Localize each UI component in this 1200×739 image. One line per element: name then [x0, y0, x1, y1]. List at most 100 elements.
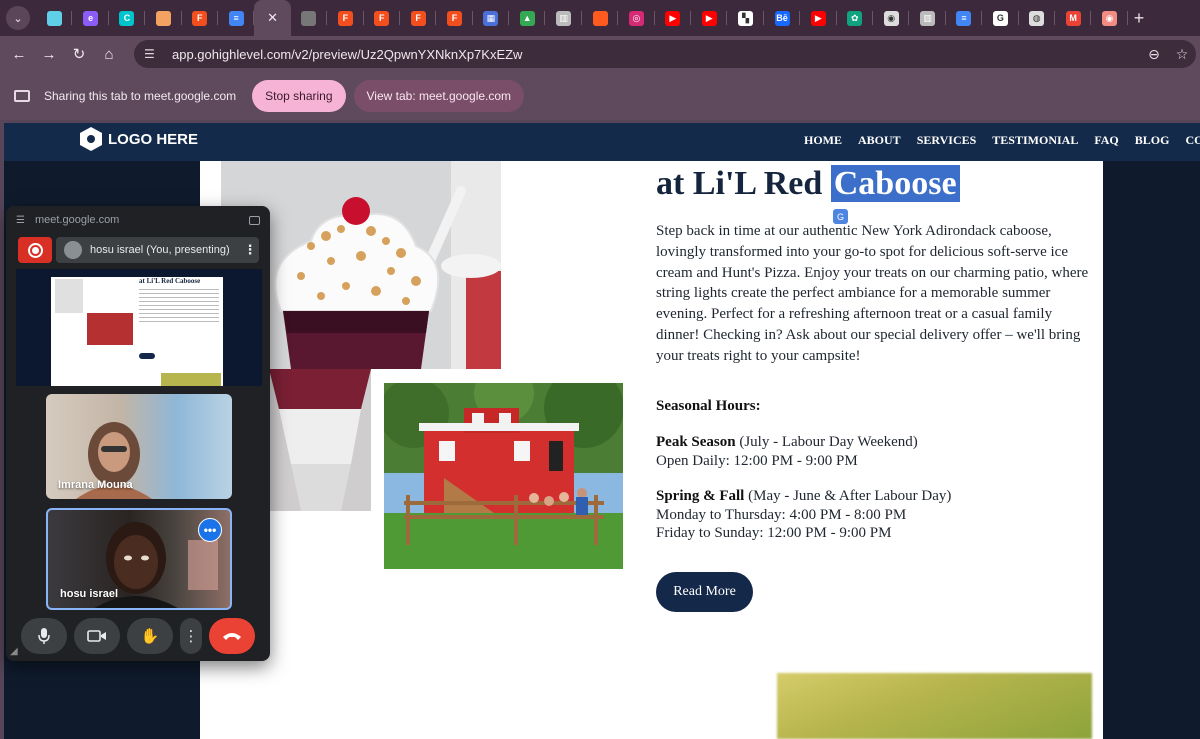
loading-icon [301, 10, 317, 26]
browser-tab[interactable]: ◍ [1019, 0, 1055, 36]
mondrian-icon: ▚ [738, 10, 754, 26]
reload-icon[interactable]: ↻ [64, 45, 94, 63]
nav-link-testimonial[interactable]: TESTIMONIAL [992, 133, 1078, 148]
headline-prefix: at Li'L Red [656, 165, 831, 202]
browser-tab[interactable]: ▚ [727, 0, 764, 36]
meet-pip-window[interactable]: ☰ meet.google.com hosu israel (You, pres… [6, 206, 270, 661]
thumb-button [139, 353, 155, 359]
browser-tab[interactable]: ◉ [873, 0, 910, 36]
browser-tab[interactable]: F [436, 0, 473, 36]
browser-tab[interactable]: ▶ [800, 0, 837, 36]
browser-tab[interactable]: ◎ [618, 0, 655, 36]
nav-link-home[interactable]: HOME [804, 133, 842, 148]
figma-icon: F [337, 10, 353, 26]
site-navbar: LOGO HERE HOME ABOUT SERVICES TESTIMONIAL FA… [4, 123, 1200, 161]
browser-tab[interactable]: ▶ [691, 0, 728, 36]
browser-tab[interactable]: Bē [764, 0, 801, 36]
screen-share-icon [14, 90, 30, 102]
back-icon[interactable]: ← [4, 46, 34, 63]
instagram-icon: ◎ [628, 10, 644, 26]
canva-icon: C [119, 10, 135, 26]
thumb-headline: at Li'L Red Caboose [139, 277, 201, 285]
browser-tab[interactable]: ▥ [545, 0, 582, 36]
tab-separator [1126, 11, 1128, 25]
stop-sharing-button[interactable]: Stop sharing [252, 80, 346, 112]
avatar [64, 241, 82, 259]
browser-tab[interactable]: F [327, 0, 364, 36]
browser-tab[interactable] [145, 0, 182, 36]
stop-presenting-icon[interactable] [18, 237, 52, 263]
read-more-button[interactable]: Read More [656, 572, 753, 612]
site-settings-icon[interactable]: ☰ [144, 47, 160, 61]
participant-tile[interactable]: Imrana Mouna [46, 394, 232, 499]
microphone-icon[interactable] [21, 618, 67, 654]
logo-text: LOGO HERE [108, 130, 199, 148]
browser-toolbar: ← → ↻ ⌂ ☰ app.gohighlevel.com/v2/preview… [0, 36, 1200, 72]
new-tab-icon[interactable]: + [1134, 8, 1145, 29]
browser-tab[interactable]: ▲ [509, 0, 546, 36]
browser-tab[interactable]: ✕ [254, 0, 291, 36]
browser-tab[interactable]: ≡ [218, 0, 255, 36]
meet-site-icon: ☰ [16, 214, 25, 226]
google-docs-icon: ≡ [228, 10, 244, 26]
nav-link-contact-us[interactable]: CONTACT US [1185, 133, 1200, 148]
close-icon[interactable]: ✕ [267, 10, 278, 26]
analytics-icon: ▥ [920, 10, 936, 26]
nav-link-services[interactable]: SERVICES [917, 133, 977, 148]
view-tab-button[interactable]: View tab: meet.google.com [353, 80, 525, 112]
thumb-sundae-image [55, 279, 83, 313]
record-icon: ◉ [1102, 10, 1118, 26]
orange-app-icon [155, 10, 171, 26]
youtube-icon: ▶ [810, 10, 826, 26]
more-options-icon[interactable]: ••• [198, 518, 222, 542]
more-vert-icon[interactable]: ⋮ [241, 242, 259, 258]
participant-tile-self[interactable]: ••• hosu israel [46, 508, 232, 610]
browser-tab[interactable]: e [72, 0, 109, 36]
home-icon[interactable]: ⌂ [94, 46, 124, 63]
end-call-icon[interactable] [209, 618, 255, 654]
browser-tab[interactable]: ≡ [946, 0, 983, 36]
browser-tab[interactable] [291, 0, 328, 36]
browser-tab[interactable]: M [1055, 0, 1092, 36]
gmail-icon: M [1065, 10, 1081, 26]
browser-tab[interactable] [582, 0, 619, 36]
browser-tab[interactable]: F [364, 0, 400, 36]
browser-tab[interactable]: C [109, 0, 146, 36]
about-paragraph: Step back in time at our authentic New Y… [656, 223, 1089, 364]
address-bar[interactable]: ☰ app.gohighlevel.com/v2/preview/Uz2Qpwn… [134, 40, 1196, 68]
browser-tab[interactable]: G [982, 0, 1019, 36]
browser-tab[interactable]: ▥ [909, 0, 946, 36]
spring-fall-block: Spring & Fall (May - June & After Labour… [656, 487, 951, 543]
nav-link-faq[interactable]: FAQ [1094, 133, 1118, 148]
browser-tab[interactable]: ◉ [1091, 0, 1128, 36]
headline-selected-text: Caboose [830, 165, 960, 202]
presenter-chip[interactable]: hosu israel (You, presenting) ⋮ [56, 237, 259, 263]
browser-tab[interactable]: ✿ [837, 0, 873, 36]
caboose-photo [384, 383, 623, 569]
behance-icon: Bē [774, 10, 790, 26]
browser-tab[interactable]: F [400, 0, 437, 36]
nav-link-blog[interactable]: BLOG [1135, 133, 1170, 148]
back-to-tab-icon[interactable] [249, 215, 260, 225]
site-logo[interactable]: LOGO HERE [80, 127, 198, 151]
shared-screen-thumbnail[interactable]: at Li'L Red Caboose [16, 269, 262, 386]
eraser-icon: e [83, 10, 99, 26]
raise-hand-icon[interactable]: ✋ [127, 618, 173, 654]
tab-search-icon[interactable]: ⌄ [6, 6, 30, 30]
figma-icon: F [192, 10, 208, 26]
browser-tab[interactable]: ▶ [655, 0, 692, 36]
camera-icon[interactable] [74, 618, 120, 654]
bookmark-star-icon[interactable]: ☆ [1168, 46, 1196, 63]
spring-fall-label: Spring & Fall [656, 488, 745, 504]
more-vert-icon[interactable]: ⋮ [180, 618, 202, 654]
resize-handle-icon[interactable]: ◢ [10, 646, 18, 657]
thumb-text-lines [139, 289, 219, 325]
forward-icon[interactable]: → [34, 46, 64, 63]
figma-icon: F [446, 10, 462, 26]
zoom-icon[interactable]: ⊖ [1140, 46, 1168, 63]
browser-tab[interactable] [36, 0, 73, 36]
browser-tab[interactable]: F [182, 0, 218, 36]
url-text[interactable]: app.gohighlevel.com/v2/preview/Uz2QpwnYX… [172, 47, 1140, 62]
browser-tab[interactable]: ▦ [473, 0, 510, 36]
nav-link-about[interactable]: ABOUT [858, 133, 901, 148]
